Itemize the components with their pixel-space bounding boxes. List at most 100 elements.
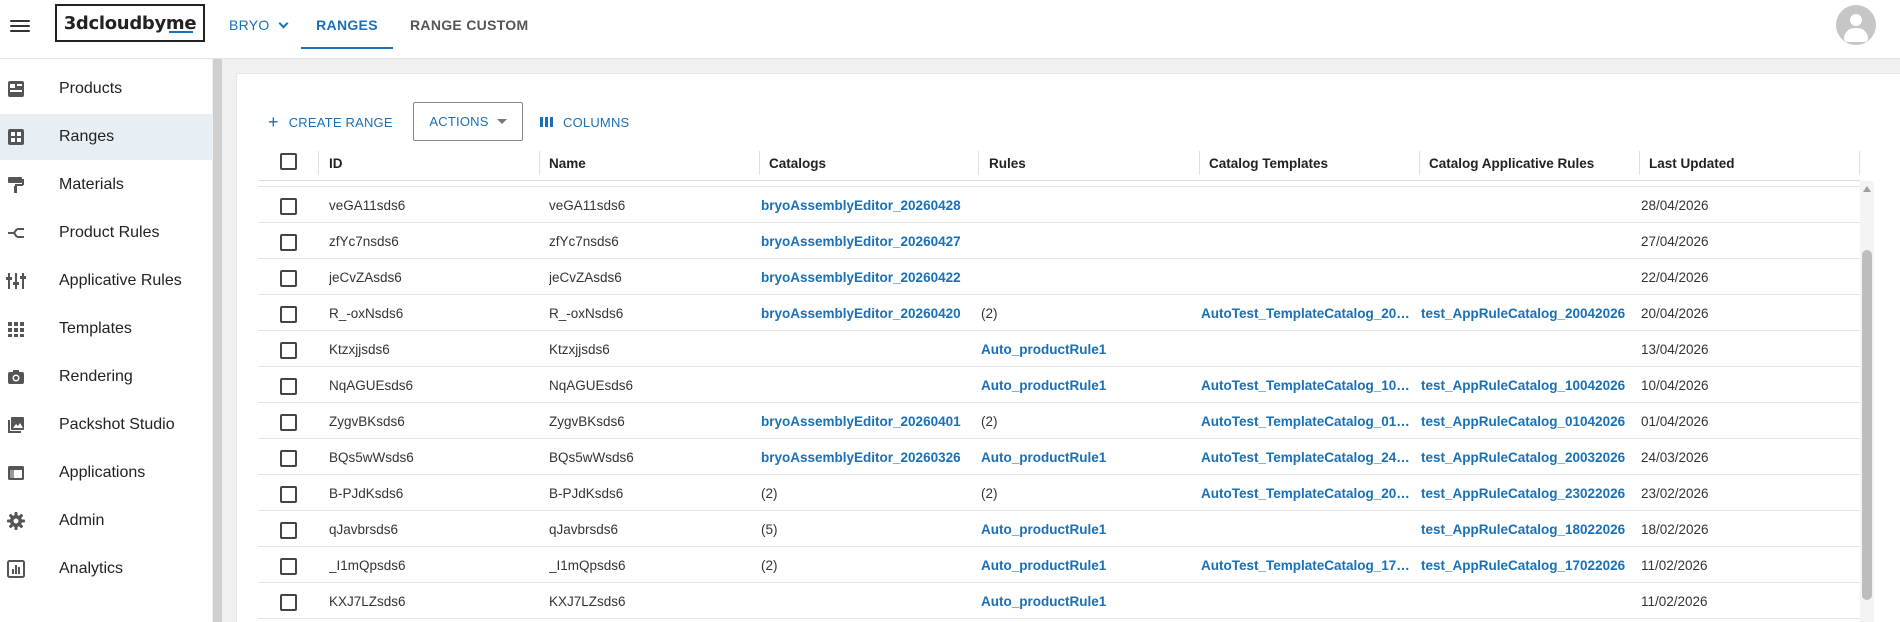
table-row[interactable]: jeCvZAsds6 jeCvZAsds6 bryoAssemblyEditor_2…	[258, 259, 1860, 295]
cell-catalogs[interactable]: (5)	[761, 511, 976, 547]
app-logo[interactable]: 3dcloudbyme	[55, 4, 205, 42]
actions-dropdown-button[interactable]: ACTIONS	[413, 102, 523, 141]
cell-catalogs[interactable]: bryoAssemblyEditor_20260422	[761, 259, 976, 295]
cell-catalogs[interactable]: bryoAssemblyEditor_20260428	[761, 187, 976, 223]
sidebar-item-applicative-rules[interactable]: Applicative Rules	[0, 258, 212, 304]
column-header-id[interactable]: ID	[329, 145, 343, 181]
table-row[interactable]: ZygvBKsds6 ZygvBKsds6 bryoAssemblyEditor_2…	[258, 403, 1860, 439]
cell-rules[interactable]: Auto_productRule1	[981, 583, 1196, 619]
table-row[interactable]: _I1mQpsds6 _I1mQpsds6 (2) Auto_productRule1…	[258, 547, 1860, 583]
cell-rules[interactable]: Auto_productRule1	[981, 511, 1196, 547]
cell-rules[interactable]: Auto_productRule1	[981, 547, 1196, 583]
table-row[interactable]: BQs5wWsds6 BQs5wWsds6 bryoAssemblyEditor_2…	[258, 439, 1860, 475]
sidebar-item-products[interactable]: Products	[0, 66, 212, 112]
cell-catalog-templates[interactable]: AutoTest_TemplateCatalog_20…	[1201, 475, 1416, 511]
column-header-catalog-applicative-rules[interactable]: Catalog Applicative Rules	[1429, 145, 1594, 181]
row-checkbox[interactable]	[280, 486, 297, 503]
cell-rules[interactable]: Auto_productRule1	[981, 367, 1196, 403]
cell-name: NqAGUEsds6	[549, 377, 634, 393]
cell-catalog-applicative-rules[interactable]: test_AppRuleCatalog_18022026	[1421, 511, 1636, 547]
cell-catalog-templates[interactable]: AutoTest_TemplateCatalog_24…	[1201, 439, 1416, 475]
avatar-head	[1850, 14, 1862, 26]
cell-catalog-applicative-rules[interactable]: test_AppRuleCatalog_10042026	[1421, 367, 1636, 403]
sidebar-item-admin[interactable]: Admin	[0, 498, 212, 544]
avatar[interactable]	[1836, 5, 1876, 45]
cell-catalog-applicative-rules[interactable]: test_AppRuleCatalog_20042026	[1421, 295, 1636, 331]
column-header-catalog-templates[interactable]: Catalog Templates	[1209, 145, 1328, 181]
row-checkbox[interactable]	[280, 234, 297, 251]
cell-catalog-templates[interactable]: AutoTest_TemplateCatalog_10…	[1201, 367, 1416, 403]
row-checkbox[interactable]	[280, 270, 297, 287]
row-checkbox[interactable]	[280, 378, 297, 395]
column-separator	[1859, 151, 1860, 175]
column-header-catalogs[interactable]: Catalogs	[769, 145, 826, 181]
cell-rules	[981, 259, 1196, 295]
cell-catalogs[interactable]: (2)	[761, 547, 976, 583]
row-checkbox[interactable]	[280, 342, 297, 359]
sidebar-item-ranges[interactable]: Ranges	[0, 114, 212, 160]
cell-catalogs[interactable]: bryoAssemblyEditor_20260326	[761, 439, 976, 475]
row-checkbox[interactable]	[280, 450, 297, 467]
cell-catalog-applicative-rules[interactable]: test_AppRuleCatalog_23022026	[1421, 475, 1636, 511]
sidebar-item-product-rules[interactable]: Product Rules	[0, 210, 212, 256]
sidebar-item-analytics[interactable]: Analytics	[0, 546, 212, 592]
sidebar-item-packshot-studio[interactable]: Packshot Studio	[0, 402, 212, 448]
menu-icon[interactable]	[8, 14, 32, 38]
cell-catalog-templates[interactable]: AutoTest_TemplateCatalog_20…	[1201, 295, 1416, 331]
row-checkbox[interactable]	[280, 594, 297, 611]
row-checkbox[interactable]	[280, 198, 297, 215]
cell-name: KXJ7LZsds6	[549, 593, 626, 609]
sidebar-scrollbar[interactable]	[213, 59, 222, 622]
row-checkbox[interactable]	[280, 306, 297, 323]
sidebar-item-templates[interactable]: Templates	[0, 306, 212, 352]
sidebar-item-rendering[interactable]: Rendering	[0, 354, 212, 400]
cell-catalog-templates[interactable]: AutoTest_TemplateCatalog_17…	[1201, 547, 1416, 583]
table-row[interactable]: R_-oxNsds6 R_-oxNsds6 bryoAssemblyEditor_2…	[258, 295, 1860, 331]
sidebar-item-materials[interactable]: Materials	[0, 162, 212, 208]
columns-icon	[540, 117, 553, 127]
select-all-checkbox[interactable]	[280, 153, 297, 170]
tab-range-custom[interactable]: RANGE CUSTOM	[410, 0, 528, 50]
cell-rules[interactable]: (2)	[981, 295, 1196, 331]
cell-catalog-applicative-rules[interactable]: test_AppRuleCatalog_20032026	[1421, 439, 1636, 475]
materials-icon	[6, 175, 26, 195]
cell-catalogs[interactable]: bryoAssemblyEditor_20260427	[761, 223, 976, 259]
row-checkbox[interactable]	[280, 558, 297, 575]
cell-catalogs[interactable]: (2)	[761, 475, 976, 511]
cell-rules[interactable]: Auto_productRule1	[981, 439, 1196, 475]
camera-icon	[6, 367, 26, 387]
cell-last-updated: 18/02/2026	[1641, 521, 1709, 537]
cell-rules[interactable]: (2)	[981, 403, 1196, 439]
sidebar-item-applications[interactable]: Applications	[0, 450, 212, 496]
table-row[interactable]: KXJ7LZsds6 KXJ7LZsds6 Auto_productRule1 11/…	[258, 583, 1860, 619]
table-row[interactable]: Ktzxjjsds6 Ktzxjjsds6 Auto_productRule1 13/…	[258, 331, 1860, 367]
create-range-button[interactable]: + CREATE RANGE	[268, 103, 393, 141]
table-scrollbar-thumb[interactable]	[1862, 250, 1872, 600]
cell-catalog-templates[interactable]: AutoTest_TemplateCatalog_01…	[1201, 403, 1416, 439]
tab-ranges[interactable]: RANGES	[301, 0, 393, 50]
cell-catalogs[interactable]: bryoAssemblyEditor_20260401	[761, 403, 976, 439]
applications-icon	[6, 463, 26, 483]
row-checkbox[interactable]	[280, 522, 297, 539]
column-header-rules[interactable]: Rules	[989, 145, 1026, 181]
workspace-dropdown[interactable]: BRYO	[229, 0, 289, 50]
top-bar: 3dcloudbyme BRYO RANGES RANGE CUSTOM	[0, 0, 1900, 59]
table-row[interactable]: zfYc7nsds6 zfYc7nsds6 bryoAssemblyEditor_2…	[258, 223, 1860, 259]
column-header-last-updated[interactable]: Last Updated	[1649, 145, 1735, 181]
cell-catalogs[interactable]: bryoAssemblyEditor_20260420	[761, 295, 976, 331]
cell-last-updated: 01/04/2026	[1641, 413, 1709, 429]
row-checkbox[interactable]	[280, 414, 297, 431]
cell-id: ZygvBKsds6	[329, 413, 405, 429]
table-row[interactable]: B-PJdKsds6 B-PJdKsds6 (2) (2) AutoTest_Templ…	[258, 475, 1860, 511]
logo-underline	[169, 31, 193, 33]
scroll-up-arrow-icon[interactable]	[1863, 186, 1871, 192]
columns-button[interactable]: COLUMNS	[540, 103, 629, 141]
column-header-name[interactable]: Name	[549, 145, 586, 181]
table-row[interactable]: veGA11sds6 veGA11sds6 bryoAssemblyEditor_2…	[258, 187, 1860, 223]
cell-catalog-applicative-rules[interactable]: test_AppRuleCatalog_01042026	[1421, 403, 1636, 439]
table-row[interactable]: NqAGUEsds6 NqAGUEsds6 Auto_productRule1 Aut…	[258, 367, 1860, 403]
table-row[interactable]: qJavbrsds6 qJavbrsds6 (5) Auto_productRule1…	[258, 511, 1860, 547]
cell-rules[interactable]: Auto_productRule1	[981, 331, 1196, 367]
cell-rules[interactable]: (2)	[981, 475, 1196, 511]
cell-catalog-applicative-rules[interactable]: test_AppRuleCatalog_17022026	[1421, 547, 1636, 583]
